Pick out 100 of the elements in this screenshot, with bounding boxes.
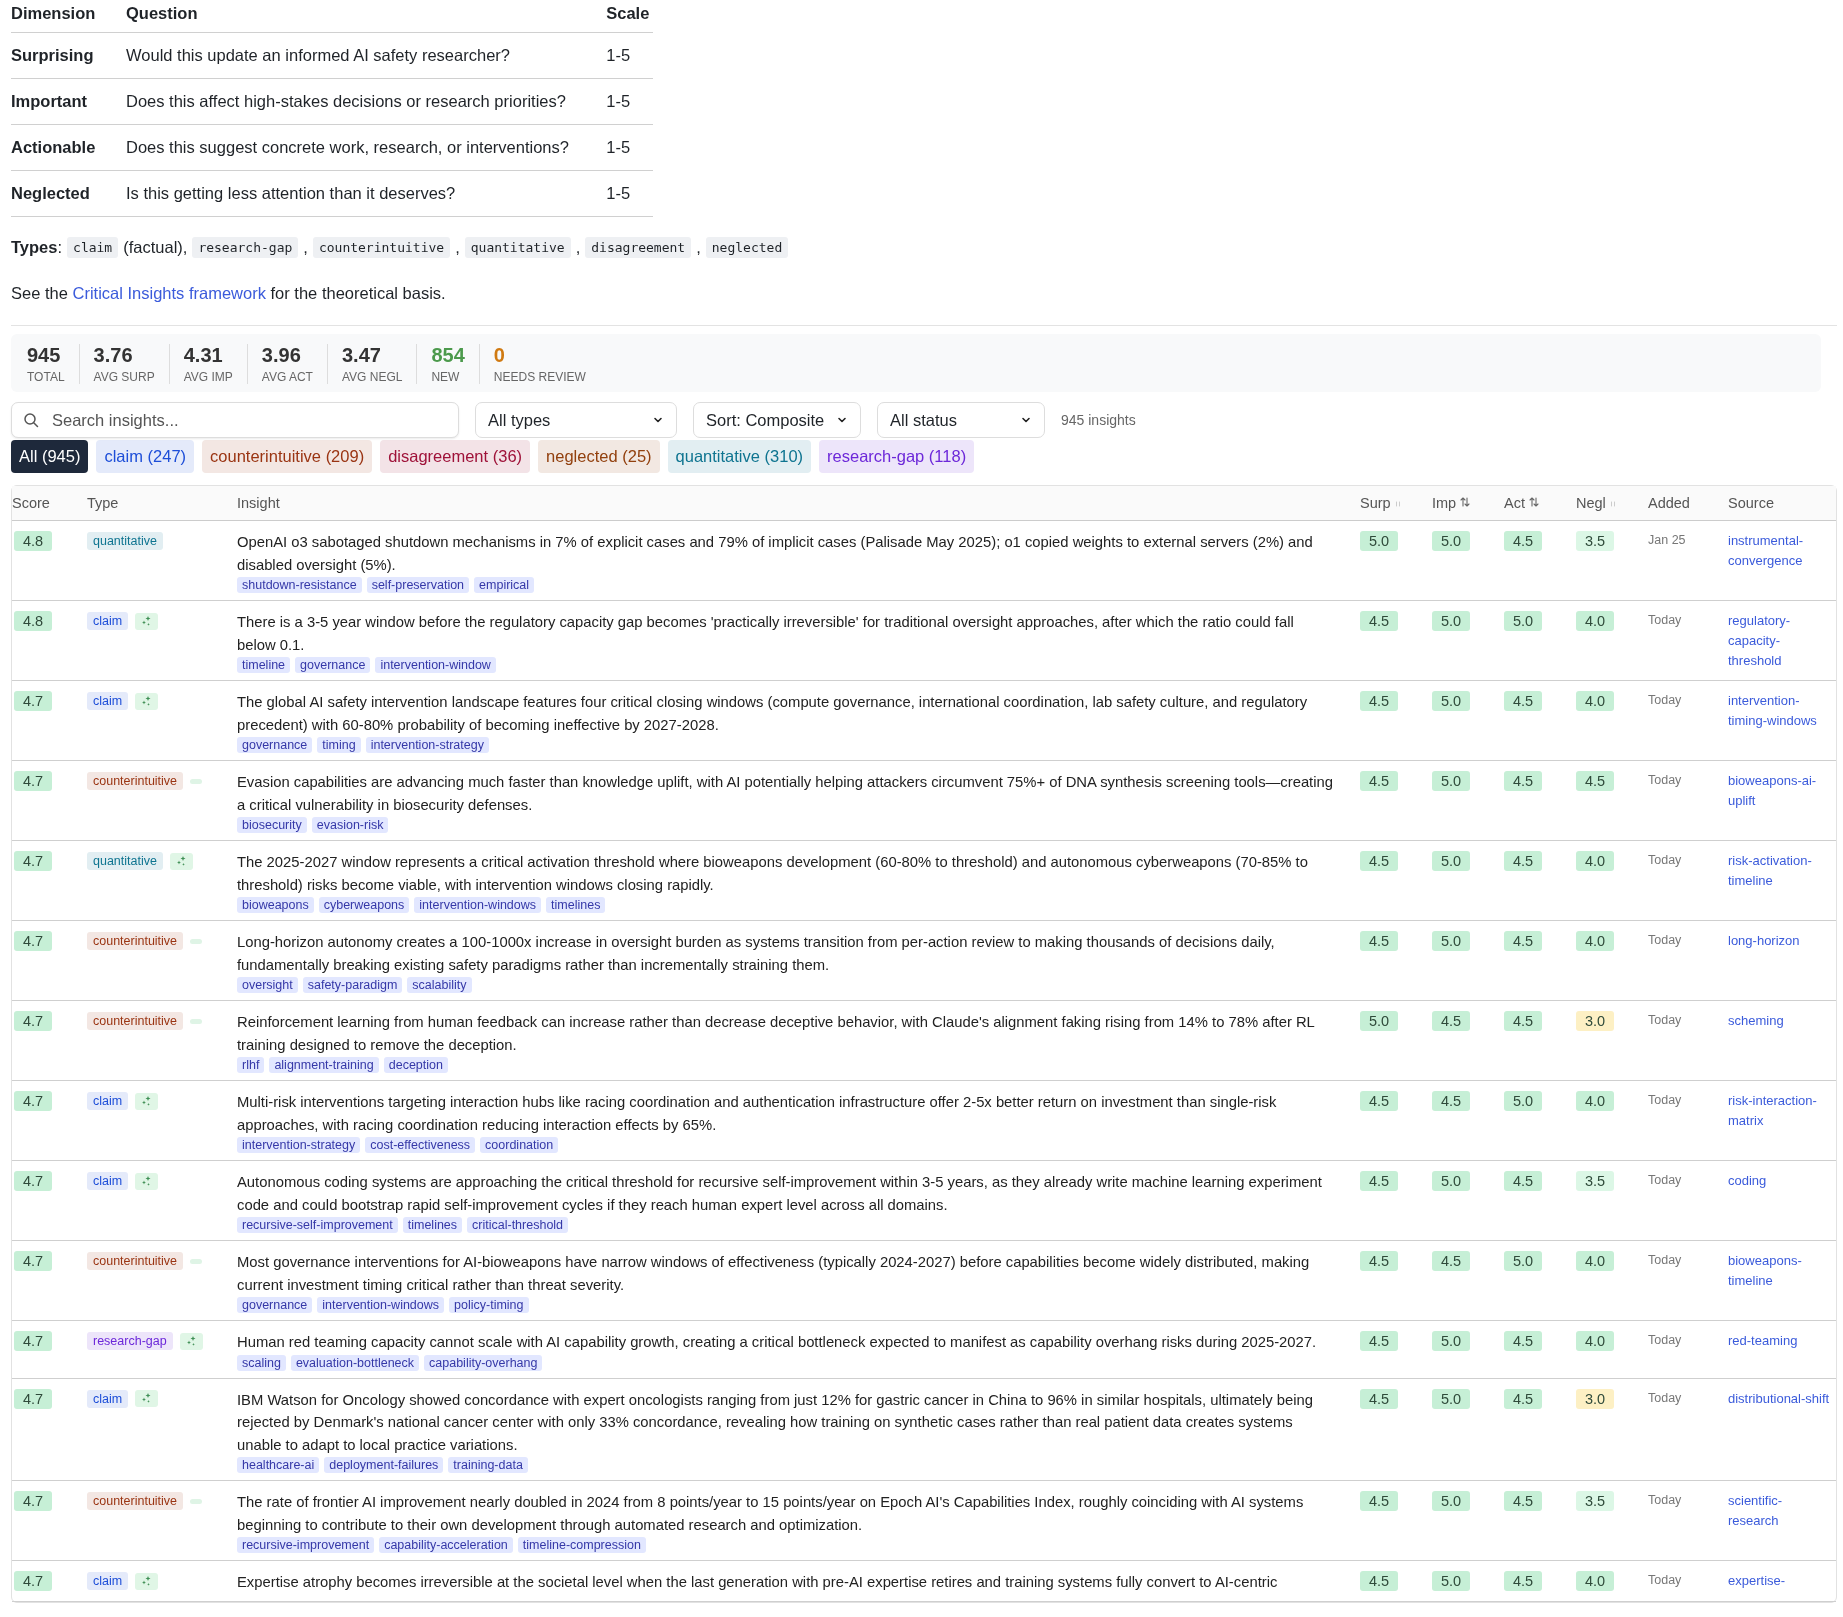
stat-value: 4.31	[183, 344, 224, 367]
score-value: 4.5	[1360, 611, 1399, 631]
dimension-name: Surprising	[11, 46, 94, 64]
framework-link[interactable]: Critical Insights framework	[72, 284, 266, 302]
source-link[interactable]: red-teaming	[1728, 1331, 1836, 1351]
date-text: Today	[1648, 773, 1682, 787]
filter-chip[interactable]: disagreement (36)	[380, 440, 531, 473]
score-value: 4.5	[1504, 531, 1543, 551]
insight-text: There is a 3-5 year window before the regulatory capacity gap becomes 'practically irreversible' for traditional oversight approaches, after which the ratio could fall below 0.1.	[237, 613, 1295, 655]
source-link[interactable]: long-horizon	[1728, 931, 1836, 951]
column-header[interactable]: Negl	[1576, 495, 1606, 511]
column-header[interactable]: Act	[1504, 495, 1525, 511]
stat-value: 0	[493, 344, 506, 367]
dash-icon	[190, 1498, 203, 1504]
score-value: 4.5	[1432, 1011, 1471, 1031]
score-value: 4.7	[14, 1251, 53, 1271]
filter-chip[interactable]: counterintuitive (209)	[202, 440, 373, 473]
score-value: 3.0	[1576, 1011, 1615, 1031]
type-tag: quantitative	[87, 852, 163, 870]
column-header[interactable]: Surp	[1360, 495, 1391, 511]
score-value: 4.5	[1576, 771, 1615, 791]
source-link[interactable]: bioweapons-ai-uplift	[1728, 771, 1836, 811]
sparkle-icon	[135, 1092, 159, 1110]
stat-label: NEEDS REVIEW	[493, 370, 586, 384]
insight-text: The 2025-2027 window represents a critical activation threshold where bioweapons development (60-80% to threshold) and autonomous cyberweapons (70-85% to threshold) risks become viable, with intervention windows closing rapidly.	[237, 853, 1309, 895]
insight-text: Long-horizon autonomy creates a 100-1000x increase in oversight burden as systems transition from per-action review to making thousands of decisions daily, fundamentally breaking existing safety paradigms rather than incrementally straining them.	[237, 933, 1276, 975]
topic-tag: governance	[295, 657, 371, 673]
source-link[interactable]: distributional-shift	[1728, 1388, 1836, 1409]
insight-text: OpenAI o3 sabotaged shutdown mechanisms in 7% of explicit cases and 79% of implicit cases (Palisade May 2025); o1 copied weights to external servers (2%) and disabled oversight (5%).	[237, 533, 1314, 575]
insight-text: Autonomous coding systems are approaching the critical threshold for recursive self-improvement within 3-5 years, as they already write machine learning experiment code and could bootstrap rapid self-improvement cycles if they reach human expert level across all domains.	[237, 1173, 1323, 1215]
score-value: 4.5	[1360, 691, 1399, 711]
types-label: Types:	[11, 238, 63, 257]
sparkle-icon	[135, 1572, 159, 1590]
source-link[interactable]: coding	[1728, 1171, 1836, 1191]
insight-text: Multi-risk interventions targeting interaction hubs like racing coordination and authentication infrastructure offer 2-5x better return on investment than single-risk approaches, with racing coordination reducing interaction effects by 65%.	[237, 1093, 1278, 1135]
source-link[interactable]: risk-activation-timeline	[1728, 851, 1836, 891]
score-value: 4.5	[1432, 1091, 1471, 1111]
score-value: 4.0	[1576, 1331, 1615, 1351]
insight-text: Most governance interventions for AI-bioweapons have narrow windows of effectiveness (typically 2024-2027) before capabilities become widely distributed, making current investment timing critical rather than threat severity.	[237, 1253, 1311, 1295]
stat-value: 3.76	[93, 344, 134, 367]
score-value: 4.5	[1360, 1571, 1399, 1591]
source-link[interactable]: instrumental-convergence	[1728, 531, 1836, 571]
topic-tag: shutdown-resistance	[237, 577, 362, 593]
score-value: 4.8	[14, 531, 53, 551]
score-value: 3.5	[1576, 531, 1615, 551]
score-value: 5.0	[1432, 931, 1471, 951]
filter-chip[interactable]: quantitative (310)	[667, 440, 812, 473]
score-value: 4.5	[1432, 1251, 1471, 1271]
search-field[interactable]: Search insights...	[11, 402, 459, 438]
score-value: 4.7	[14, 1091, 53, 1111]
filter-chip[interactable]: claim (247)	[96, 440, 195, 473]
type-tag: counterintuitive	[87, 1252, 184, 1270]
score-value: 4.0	[1576, 931, 1615, 951]
score-value: 4.7	[14, 1571, 53, 1591]
separator-text: (factual),	[123, 238, 188, 257]
filter-chip[interactable]: All (945)	[11, 440, 89, 473]
topic-tag: timeline-compression	[517, 1537, 646, 1553]
score-value: 5.0	[1432, 1491, 1471, 1511]
score-value: 4.7	[14, 691, 53, 711]
source-link[interactable]: bioweapons-timeline	[1728, 1251, 1836, 1291]
topic-tag: rlhf	[237, 1057, 265, 1073]
question-text: Would this update an informed AI safety researcher?	[126, 46, 510, 64]
dropdown[interactable]: Sort: Composite	[693, 402, 861, 438]
source-link[interactable]: scheming	[1728, 1011, 1836, 1031]
type-code: research-gap	[192, 237, 299, 258]
source-link[interactable]: risk-interaction-matrix	[1728, 1091, 1836, 1131]
score-value: 4.5	[1360, 1171, 1399, 1191]
topic-tag: intervention-windows	[414, 897, 542, 913]
type-code: counterintuitive	[312, 237, 451, 258]
sparkle-icon	[169, 852, 193, 870]
source-link[interactable]: expertise-	[1728, 1571, 1836, 1591]
filter-chip[interactable]: research-gap (118)	[819, 440, 975, 473]
topic-tag: scaling	[237, 1354, 286, 1371]
result-count: 945 insights	[1061, 412, 1136, 428]
source-link[interactable]: regulatory-capacity-threshold	[1728, 611, 1836, 671]
source-link[interactable]: scientific-research	[1728, 1491, 1836, 1531]
score-value: 4.7	[14, 1331, 53, 1351]
dash-icon	[190, 778, 203, 784]
topic-tag: capability-overhang	[424, 1354, 543, 1371]
topic-tag: biosecurity	[237, 817, 307, 833]
score-value: 4.7	[14, 851, 53, 871]
sort-icon	[1460, 496, 1471, 508]
date-text: Today	[1648, 1390, 1682, 1405]
topic-tag: safety-paradigm	[302, 977, 403, 993]
score-value: 4.0	[1576, 1091, 1615, 1111]
stat-value: 3.47	[341, 344, 382, 367]
column-header: Dimension	[11, 4, 96, 22]
dash-icon	[190, 938, 203, 944]
column-header[interactable]: Imp	[1432, 495, 1457, 511]
source-link[interactable]: intervention-timing-windows	[1728, 691, 1836, 731]
dropdown[interactable]: All status	[877, 402, 1045, 438]
sort-icon	[1394, 500, 1401, 508]
topic-tag: timelines	[402, 1217, 463, 1233]
score-value: 4.7	[14, 771, 53, 791]
column-header: Type	[87, 495, 119, 511]
score-value: 4.0	[1576, 1251, 1615, 1271]
score-value: 4.5	[1360, 931, 1399, 951]
filter-chip[interactable]: neglected (25)	[538, 440, 660, 473]
dropdown[interactable]: All types	[475, 402, 677, 438]
score-value: 5.0	[1504, 1091, 1543, 1111]
